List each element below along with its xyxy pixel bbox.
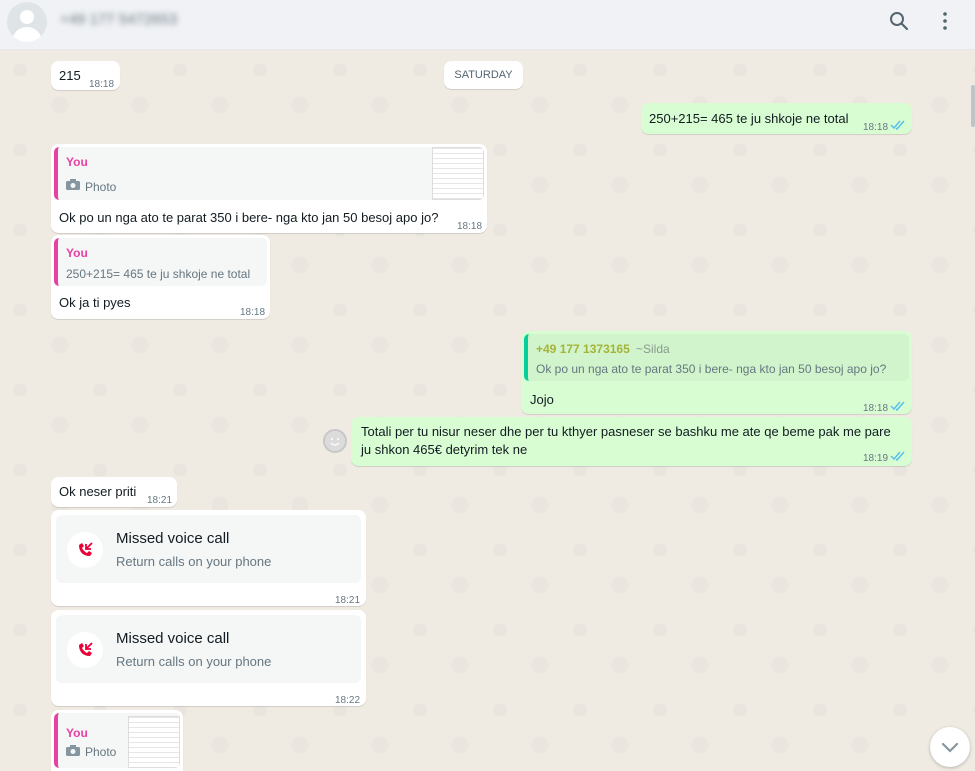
missed-call-icon <box>67 532 103 568</box>
photo-thumbnail <box>432 147 484 200</box>
quote-author: You <box>66 246 88 260</box>
contact-avatar[interactable] <box>7 2 47 42</box>
chevron-down-icon <box>941 742 959 753</box>
message-time: 18:18 <box>457 221 483 232</box>
call-subtitle: Return calls on your phone <box>116 554 272 569</box>
quote-text: Photo <box>85 745 117 759</box>
message-outgoing[interactable]: +49 177 1373165 ~Silda Ok po un nga ato … <box>521 331 912 414</box>
quote-author: You <box>66 726 88 740</box>
missed-call-message[interactable]: Missed voice call Return calls on your p… <box>51 510 366 606</box>
message-text: 250+215= 465 te ju shkoje ne total <box>649 111 849 126</box>
message-incoming[interactable]: Ok neser priti 18:21 <box>51 477 177 507</box>
quote-author-name: ~Silda <box>636 342 670 356</box>
missed-call-card[interactable]: Missed voice call Return calls on your p… <box>56 615 361 683</box>
menu-icon[interactable] <box>933 9 957 33</box>
quote-text: Photo <box>85 180 117 194</box>
message-time: 18:21 <box>335 595 361 606</box>
message-time: 18:18 <box>863 403 889 414</box>
quoted-message[interactable]: You 250+215= 465 te ju shkoje ne total <box>54 238 267 286</box>
quoted-message[interactable]: +49 177 1373165 ~Silda Ok po un nga ato … <box>524 334 909 381</box>
message-text: Ok po un nga ato te parat 350 i bere- ng… <box>59 210 439 225</box>
missed-call-icon <box>67 632 103 668</box>
quote-author: +49 177 1373165 <box>536 342 630 356</box>
scrollbar-thumb[interactable] <box>971 85 975 127</box>
message-text: 215 <box>59 68 81 83</box>
call-subtitle: Return calls on your phone <box>116 654 272 669</box>
quote-text: 250+215= 465 te ju shkoje ne total <box>66 267 251 281</box>
quote-text: Ok po un nga ato te parat 350 i bere- ng… <box>536 362 887 376</box>
photo-thumbnail <box>128 716 180 768</box>
message-time: 18:21 <box>147 495 173 506</box>
search-icon[interactable] <box>887 9 911 33</box>
double-check-icon <box>890 120 905 130</box>
quoted-message[interactable]: You Photo <box>54 713 180 768</box>
message-text: Totali per tu nisur neser dhe per tu kth… <box>361 424 891 439</box>
emoji-react-icon[interactable] <box>323 429 347 453</box>
quote-author: You <box>66 155 88 169</box>
chat-header: +49 177 5472653 <box>0 0 975 50</box>
double-check-icon <box>890 451 905 461</box>
message-incoming[interactable]: You Photo <box>51 710 183 771</box>
message-time: 18:18 <box>863 122 889 133</box>
missed-call-message[interactable]: Missed voice call Return calls on your p… <box>51 610 366 706</box>
avatar-head <box>20 10 34 24</box>
message-text: Jojo <box>530 392 554 407</box>
avatar-body <box>12 27 42 42</box>
message-incoming[interactable]: 215 18:18 <box>51 61 120 90</box>
quoted-message[interactable]: You Photo <box>54 147 484 200</box>
message-outgoing[interactable]: 250+215= 465 te ju shkoje ne total 18:18 <box>641 103 912 134</box>
message-incoming[interactable]: You Photo Ok po un nga ato te parat 350 … <box>51 144 487 233</box>
camera-icon <box>66 179 80 190</box>
camera-icon <box>66 745 80 756</box>
date-separator: SATURDAY <box>444 61 523 89</box>
message-text: ju shkon 465€ detyrim tek ne <box>361 442 528 457</box>
message-time: 18:22 <box>335 695 361 706</box>
contact-name[interactable]: +49 177 5472653 <box>60 11 177 28</box>
call-title: Missed voice call <box>116 530 230 547</box>
missed-call-card[interactable]: Missed voice call Return calls on your p… <box>56 515 361 583</box>
message-time: 18:18 <box>89 79 115 90</box>
message-outgoing[interactable]: Totali per tu nisur neser dhe per tu kth… <box>351 417 912 466</box>
message-text: Ok ja ti pyes <box>59 295 131 310</box>
message-time: 18:18 <box>240 307 266 318</box>
message-text: Ok neser priti <box>59 484 137 499</box>
scroll-to-bottom-button[interactable] <box>930 727 970 767</box>
call-title: Missed voice call <box>116 630 230 647</box>
double-check-icon <box>890 401 905 411</box>
message-time: 18:19 <box>863 453 889 464</box>
message-incoming[interactable]: You 250+215= 465 te ju shkoje ne total O… <box>51 235 270 319</box>
